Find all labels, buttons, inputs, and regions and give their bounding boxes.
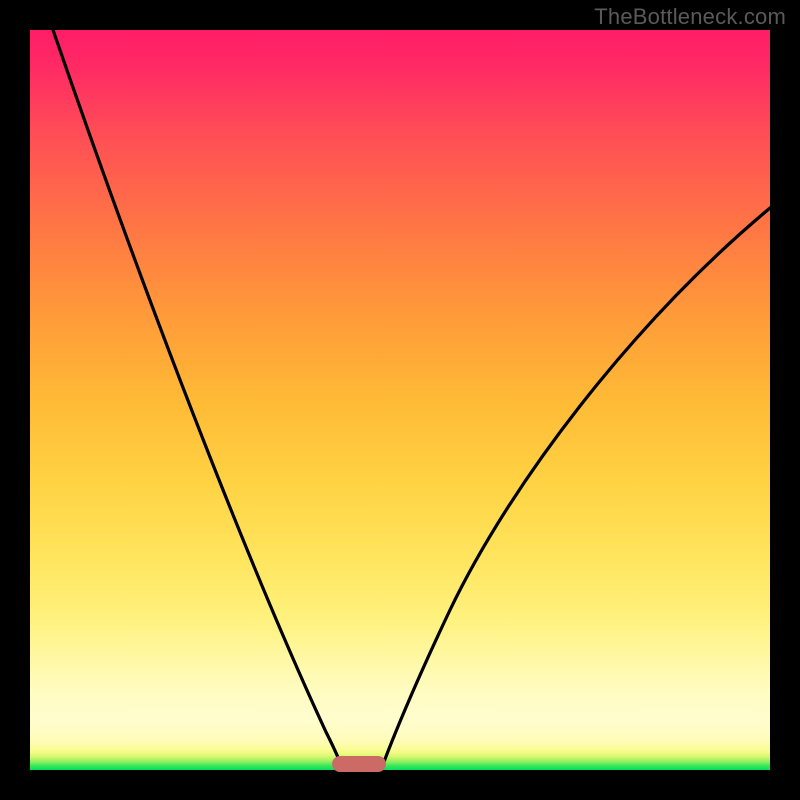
watermark-text: TheBottleneck.com <box>594 4 786 30</box>
right-curve <box>381 208 770 770</box>
plot-area <box>30 30 770 770</box>
chart-frame: TheBottleneck.com <box>0 0 800 800</box>
left-curve <box>53 30 343 770</box>
curve-layer <box>30 30 770 770</box>
optimal-marker <box>332 756 386 772</box>
